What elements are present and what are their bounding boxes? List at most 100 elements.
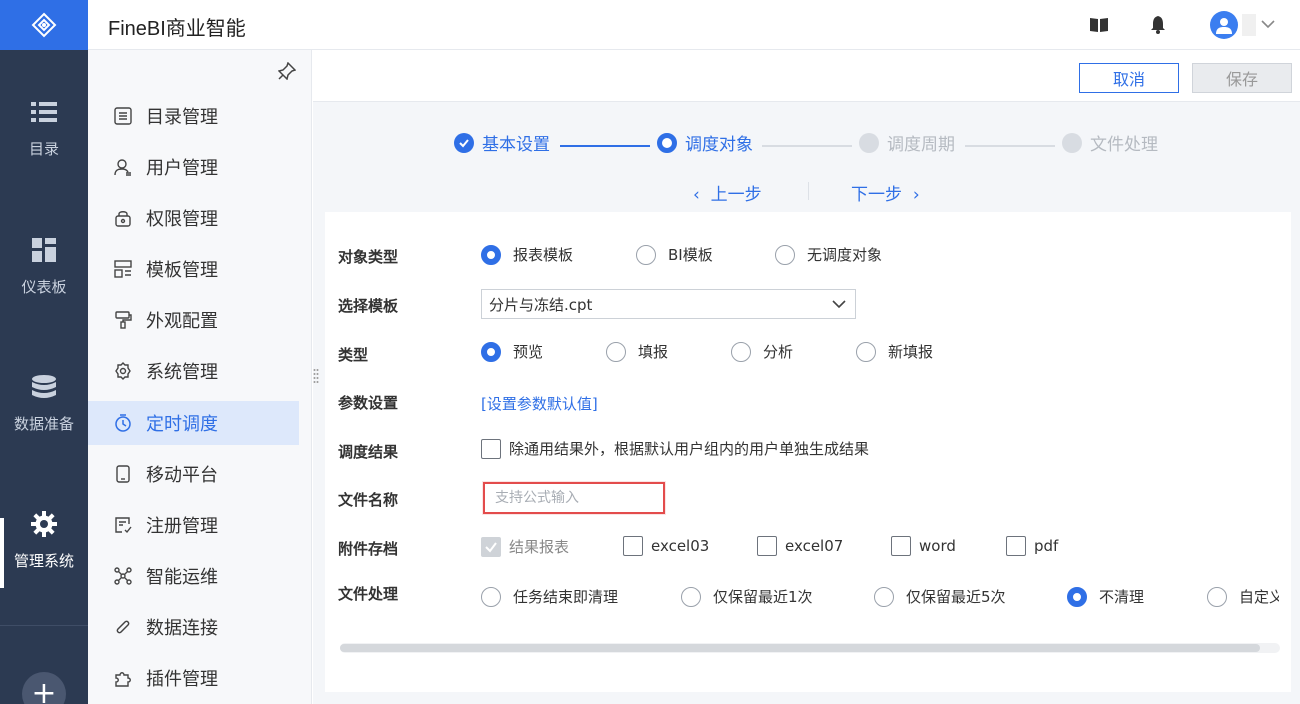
radio-no-object[interactable]: 无调度对象	[775, 244, 882, 265]
prev-step-button[interactable]: ‹ 上一步	[693, 180, 762, 205]
file-handling-label: 文件处理	[338, 585, 399, 603]
step-basic-settings[interactable]: 基本设置	[454, 130, 550, 155]
chevron-down-icon	[831, 297, 847, 315]
params-label: 参数设置	[338, 394, 399, 412]
template-select[interactable]: 分片与冻结.cpt	[481, 289, 856, 319]
lock-icon	[112, 207, 134, 229]
mobile-icon	[112, 463, 134, 485]
menu-item-appearance[interactable]: 外观配置	[88, 298, 299, 342]
menu-item-registration[interactable]: 注册管理	[88, 503, 299, 547]
current-step-icon	[657, 132, 677, 153]
checkbox-unchecked-icon	[757, 536, 777, 556]
step-connector	[965, 145, 1055, 147]
radio-label: 报表模板	[513, 246, 574, 264]
bell-icon[interactable]	[1147, 14, 1169, 36]
rail-item-label: 管理系统	[13, 552, 74, 570]
select-template-label: 选择模板	[338, 297, 399, 315]
attach-word-checkbox[interactable]: word	[891, 536, 956, 556]
attach-excel03-checkbox[interactable]: excel03	[623, 536, 709, 556]
left-rail: 目录 仪表板 数据准备 管理系统 +	[0, 0, 88, 704]
radio-new-fill[interactable]: 新填报	[856, 341, 933, 362]
add-button[interactable]: +	[22, 672, 66, 704]
next-step-button[interactable]: 下一步 ›	[851, 180, 920, 205]
app-logo[interactable]	[0, 0, 88, 50]
object-type-label: 对象类型	[338, 248, 399, 266]
menu-item-label: 插件管理	[146, 669, 218, 690]
step-schedule-period[interactable]: 调度周期	[859, 130, 955, 155]
step-schedule-object[interactable]: 调度对象	[657, 130, 753, 155]
radio-keep-last-1[interactable]: 仅保留最近1次	[681, 586, 813, 607]
main-content: 取消 保存 基本设置 调度对象 调度周期 文件处理 ‹ 上一步 下一步 › 对象…	[313, 50, 1300, 704]
stepper: 基本设置 调度对象 调度周期 文件处理	[313, 130, 1300, 160]
checkbox-unchecked-icon	[891, 536, 911, 556]
chevron-down-icon[interactable]	[1260, 14, 1276, 38]
radio-label: 仅保留最近5次	[906, 588, 1006, 606]
resize-handle[interactable]	[313, 368, 319, 384]
template-icon	[112, 258, 134, 280]
horizontal-scrollbar[interactable]	[340, 643, 1280, 653]
list-icon	[31, 98, 57, 126]
radio-clean-on-finish[interactable]: 任务结束即清理	[481, 586, 618, 607]
menu-item-system[interactable]: 系统管理	[88, 349, 299, 393]
set-param-defaults-link[interactable]: [设置参数默认值]	[481, 393, 598, 414]
menu-item-mobile[interactable]: 移动平台	[88, 452, 299, 496]
menu-item-users[interactable]: 用户管理	[88, 145, 299, 189]
form-card: 对象类型 报表模板 BI模板 无调度对象 选择模板 分片与冻结.cpt 类型 预…	[325, 212, 1291, 692]
menu-item-label: 权限管理	[146, 209, 218, 230]
rail-item-admin[interactable]: 管理系统	[0, 462, 88, 582]
radio-unchecked-icon	[775, 244, 795, 265]
save-button[interactable]: 保存	[1192, 63, 1292, 93]
menu-item-label: 移动平台	[146, 465, 218, 486]
user-avatar-icon	[1216, 18, 1232, 34]
rail-item-catalog[interactable]: 目录	[0, 50, 88, 170]
menu-item-catalog[interactable]: 目录管理	[88, 94, 299, 138]
radio-analysis[interactable]: 分析	[731, 341, 793, 362]
gear-icon	[31, 510, 57, 538]
menu-item-label: 目录管理	[146, 107, 218, 128]
menu-item-ops[interactable]: 智能运维	[88, 554, 299, 598]
checkbox-checked-icon	[481, 536, 501, 557]
scrollbar-thumb[interactable]	[340, 644, 1260, 652]
radio-checked-icon	[481, 244, 501, 265]
menu-item-connections[interactable]: 数据连接	[88, 605, 299, 649]
register-icon	[112, 514, 134, 536]
app-title: FineBI商业智能	[108, 18, 246, 40]
rail-item-dashboard[interactable]: 仪表板	[0, 188, 88, 308]
per-user-result-checkbox[interactable]: 除通用结果外，根据默认用户组内的用户单独生成结果	[481, 438, 869, 459]
pin-icon[interactable]	[277, 61, 297, 84]
user-icon	[112, 156, 134, 178]
menu-item-label: 外观配置	[146, 311, 218, 332]
chevron-left-icon: ‹	[693, 185, 700, 205]
book-icon[interactable]	[1088, 14, 1110, 36]
rail-divider	[0, 625, 88, 626]
menu-item-plugins[interactable]: 插件管理	[88, 656, 299, 700]
radio-no-clean[interactable]: 不清理	[1067, 586, 1144, 607]
menu-item-label: 用户管理	[146, 158, 218, 179]
checkbox-unchecked-icon	[623, 536, 643, 556]
rail-item-data-prep[interactable]: 数据准备	[0, 325, 88, 445]
radio-bi-template[interactable]: BI模板	[636, 244, 713, 265]
timer-icon	[112, 412, 134, 434]
avatar[interactable]	[1210, 11, 1238, 39]
radio-label: BI模板	[668, 246, 713, 264]
filename-input[interactable]	[483, 482, 665, 514]
radio-custom[interactable]: 自定义	[1207, 586, 1279, 607]
attach-excel07-checkbox[interactable]: excel07	[757, 536, 843, 556]
radio-unchecked-icon	[856, 341, 876, 362]
menu-item-templates[interactable]: 模板管理	[88, 247, 299, 291]
attach-pdf-checkbox[interactable]: pdf	[1006, 536, 1058, 556]
pending-step-icon	[1062, 132, 1082, 153]
step-label: 基本设置	[482, 135, 550, 155]
menu-item-scheduling[interactable]: 定时调度	[88, 401, 299, 445]
radio-keep-last-5[interactable]: 仅保留最近5次	[874, 586, 1006, 607]
brush-icon	[112, 309, 134, 331]
menu-item-permissions[interactable]: 权限管理	[88, 196, 299, 240]
attach-result-report-checkbox[interactable]: 结果报表	[481, 536, 569, 557]
radio-checked-icon	[1067, 586, 1087, 607]
step-file-handling[interactable]: 文件处理	[1062, 130, 1158, 155]
radio-fill[interactable]: 填报	[606, 341, 668, 362]
radio-report-template[interactable]: 报表模板	[481, 244, 573, 265]
cancel-button[interactable]: 取消	[1079, 63, 1179, 93]
radio-preview[interactable]: 预览	[481, 341, 543, 362]
checkbox-label: 除通用结果外，根据默认用户组内的用户单独生成结果	[509, 440, 870, 458]
